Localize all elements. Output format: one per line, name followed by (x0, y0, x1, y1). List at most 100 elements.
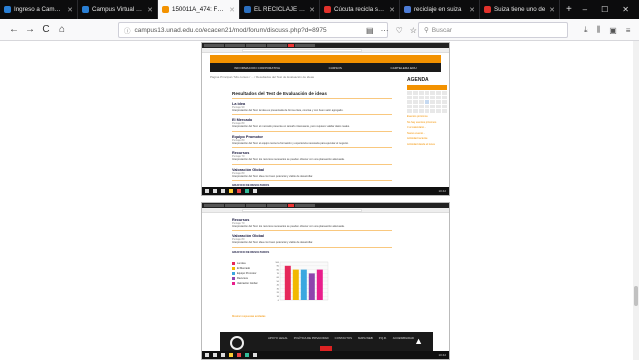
calendar-day[interactable] (430, 100, 436, 104)
calendar-day[interactable] (407, 100, 412, 104)
footer-link[interactable]: P.Q.R. (379, 336, 387, 340)
calendar-day[interactable] (412, 95, 418, 100)
calendar-day[interactable] (407, 91, 412, 95)
menu-item-corporativa[interactable]: INFORMACION CORPORATIVA (234, 66, 280, 70)
reader-view-icon[interactable]: ▤ (366, 26, 374, 35)
calendar-day[interactable] (412, 109, 418, 113)
close-window-button[interactable]: ✕ (622, 5, 629, 14)
sidebar-link[interactable]: Ir al calendario... (407, 126, 447, 130)
calendar-day[interactable] (407, 95, 412, 100)
browser-tab[interactable]: Cúcuta recicla solo ✕ (320, 0, 400, 19)
close-tab-icon[interactable]: ✕ (229, 6, 235, 14)
calendar-day[interactable] (436, 91, 442, 95)
forward-button[interactable]: → (22, 24, 38, 35)
url-bar[interactable]: ⓘ campus13.unad.edu.co/ecacen21/mod/foru… (118, 22, 388, 38)
calendar-day[interactable] (442, 104, 447, 109)
scrollbar-thumb[interactable] (634, 286, 638, 306)
calendar-day[interactable] (418, 91, 424, 95)
calendar-day[interactable] (424, 95, 430, 100)
maximize-button[interactable]: ☐ (601, 5, 608, 14)
library-icon[interactable]: ⫼ (597, 25, 601, 35)
calendar-day[interactable] (436, 109, 442, 113)
y-tick-label: 20 (277, 292, 280, 294)
calendar-day[interactable] (412, 104, 418, 109)
close-tab-icon[interactable]: ✕ (147, 6, 153, 14)
sidebar-link[interactable]: No hay eventos próximos (407, 121, 447, 125)
footer-link[interactable]: POLÍTICA DE PRIVACIDAD (294, 336, 329, 340)
bar-equipo-promotor (300, 269, 307, 300)
search-placeholder: Buscar (431, 26, 452, 34)
page-scrollbar[interactable] (633, 41, 639, 360)
start-icon[interactable] (205, 189, 209, 193)
calendar-day[interactable] (430, 104, 436, 109)
menu-item-cartelera[interactable]: CARTELERA EDU (390, 66, 416, 70)
close-tab-icon[interactable]: ✕ (67, 6, 73, 14)
url-text: campus13.unad.edu.co/ecacen21/mod/forum/… (134, 26, 327, 34)
browser-tab[interactable]: Campus Virtual - U ✕ (78, 0, 158, 19)
calendar-day[interactable] (424, 109, 430, 113)
calendar-day[interactable] (418, 100, 424, 104)
calendar-day[interactable] (436, 104, 442, 109)
calendar-day[interactable] (424, 104, 430, 109)
calendar-day[interactable] (430, 91, 436, 95)
browser-tab[interactable]: reciclaje en suiza ✕ (400, 0, 480, 19)
close-tab-icon[interactable]: ✕ (389, 6, 395, 14)
calendar-day[interactable] (442, 100, 447, 104)
footer-link[interactable]: MAPA WEB (358, 336, 373, 340)
footer-link[interactable]: CONTACTOS (335, 336, 352, 340)
calendar-day[interactable] (418, 109, 424, 113)
menu-item-cursos[interactable]: CURSOS (329, 66, 342, 70)
menu-icon[interactable]: ≡ (626, 26, 631, 35)
close-tab-icon[interactable]: ✕ (549, 6, 555, 14)
downloads-icon[interactable]: ⤓ (584, 25, 588, 35)
close-tab-icon[interactable]: ✕ (309, 6, 315, 14)
start-icon[interactable] (205, 353, 209, 357)
search-input[interactable]: ⚲ Buscar (418, 22, 568, 38)
footer-link[interactable]: ACCESIBILIDAD (393, 336, 414, 340)
pocket-icon[interactable]: ♡ (396, 26, 403, 35)
close-tab-icon[interactable]: ✕ (469, 6, 475, 14)
sidebar-link[interactable]: Actividad reciente (407, 137, 447, 141)
calendar-day[interactable] (407, 109, 412, 113)
bookmark-star-icon[interactable]: ☆ (410, 26, 417, 35)
calendar-day[interactable] (418, 95, 424, 100)
page-actions-icon[interactable]: ··· (381, 26, 389, 35)
section-text: Interpretación del Test: idea con buen p… (232, 174, 313, 178)
calendar-day[interactable] (412, 91, 418, 95)
sidebar-link[interactable]: Actividad desde el lunes (407, 143, 447, 147)
new-tab-button[interactable]: + (560, 4, 578, 15)
back-button[interactable]: ← (6, 24, 22, 35)
calendar-day[interactable] (436, 100, 442, 104)
calendar-header[interactable] (407, 85, 447, 90)
footer-link[interactable]: APOYO LEGAL (268, 336, 288, 340)
section-text: Interpretación del Test: idea con buen p… (232, 241, 313, 245)
home-button[interactable]: ⌂ (54, 24, 70, 35)
nested-replies-link[interactable]: Mostrar respuestas anidadas (232, 315, 265, 318)
calendar-day[interactable] (442, 95, 447, 100)
calendar-day[interactable] (442, 91, 447, 95)
sidebar-icon[interactable]: ▣ (609, 26, 617, 35)
taskbar-clock: 10:42 (438, 353, 446, 357)
sidebar-link[interactable]: Eventos próximos (407, 115, 447, 119)
browser-tab[interactable]: EL RECICLAJE DE LA✕ (240, 0, 320, 19)
browser-tab[interactable]: 150011A_474: Foro ✕ (158, 0, 240, 19)
calendar-day[interactable] (430, 109, 436, 113)
browser-tab[interactable]: Suiza tiene uno de ✕ (480, 0, 560, 19)
calendar-day[interactable] (407, 104, 412, 109)
calendar-day[interactable] (442, 109, 447, 113)
calendar-day[interactable] (424, 100, 430, 104)
calendar-day[interactable] (418, 104, 424, 109)
reload-button[interactable]: C (38, 24, 54, 35)
calendar-day[interactable] (430, 95, 436, 100)
calendar-grid[interactable] (407, 91, 447, 113)
calendar-day[interactable] (436, 95, 442, 100)
browser-tab[interactable]: Ingreso a Campus ✕ (0, 0, 78, 19)
calendar-day[interactable] (412, 100, 418, 104)
calendar-day[interactable] (424, 91, 430, 95)
taskbar-clock: 10:42 (438, 189, 446, 193)
scroll-up-icon[interactable]: ▲ (414, 336, 423, 346)
site-info-icon[interactable]: ⓘ (124, 25, 131, 35)
embedded-screenshot-top: INFORMACION CORPORATIVA CURSOS CARTELERA… (201, 42, 450, 196)
minimize-button[interactable]: – (583, 5, 587, 14)
sidebar-link[interactable]: Nuevo evento... (407, 132, 447, 136)
